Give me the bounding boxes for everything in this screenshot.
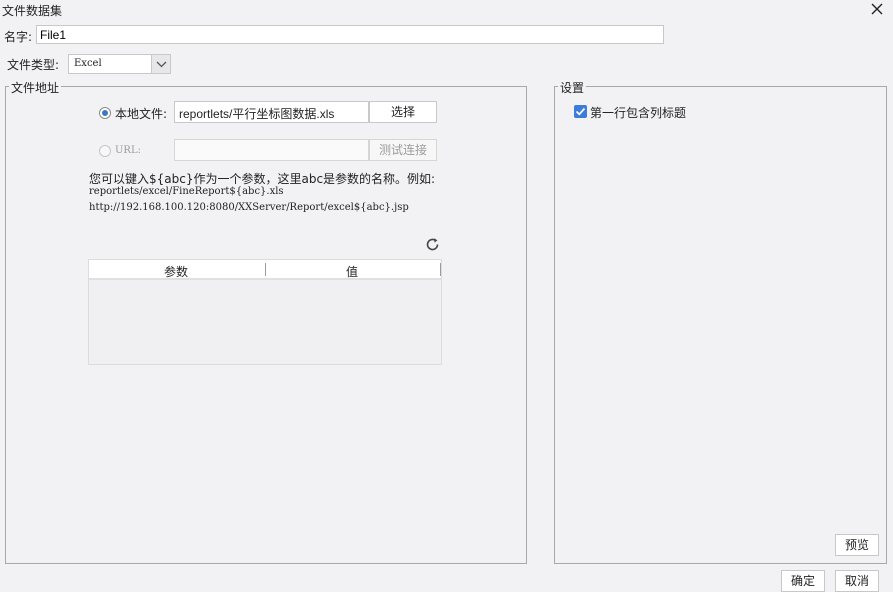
refresh-icon[interactable] [425, 237, 440, 252]
dialog-title: 文件数据集 [2, 4, 63, 18]
column-header-value: 值 [346, 265, 359, 279]
cancel-button[interactable]: 取消 [835, 570, 879, 592]
select-file-button[interactable]: 选择 [369, 101, 437, 123]
example-local-path: reportlets/excel/FineReport${abc}.xls [89, 186, 284, 197]
column-header-parameter: 参数 [164, 265, 189, 279]
parameter-hint: 您可以键入${abc}作为一个参数，这里abc是参数的名称。例如: [89, 172, 436, 186]
ok-button[interactable]: 确定 [781, 570, 825, 592]
example-url-path: http://192.168.100.120:8080/XXServer/Rep… [89, 202, 409, 213]
file-type-value: Excel [74, 58, 102, 69]
name-label: 名字: [4, 30, 33, 44]
close-icon[interactable] [870, 2, 884, 16]
first-row-header-label[interactable]: 第一行包含列标题 [590, 104, 686, 121]
first-row-header-checkbox[interactable] [574, 105, 587, 118]
name-input[interactable] [36, 25, 664, 44]
parameter-table: 参数 值 [88, 259, 442, 365]
local-file-radio[interactable] [99, 107, 111, 119]
preview-button[interactable]: 预览 [835, 534, 879, 556]
table-header: 参数 值 [89, 260, 441, 280]
file-address-legend: 文件地址 [9, 79, 62, 96]
chevron-down-icon[interactable] [151, 55, 170, 73]
url-radio[interactable] [99, 145, 111, 157]
settings-legend: 设置 [558, 79, 587, 96]
file-type-select[interactable]: Excel [68, 54, 171, 74]
file-type-label: 文件类型: [7, 58, 60, 72]
local-file-label: 本地文件: [115, 107, 168, 121]
url-field[interactable] [174, 139, 369, 161]
local-file-path-field[interactable]: reportlets/平行坐标图数据.xls [174, 101, 369, 123]
url-label: URL: [115, 145, 141, 156]
settings-group [554, 86, 887, 564]
test-connection-button[interactable]: 测试连接 [369, 139, 437, 161]
checkmark-icon [575, 107, 586, 116]
